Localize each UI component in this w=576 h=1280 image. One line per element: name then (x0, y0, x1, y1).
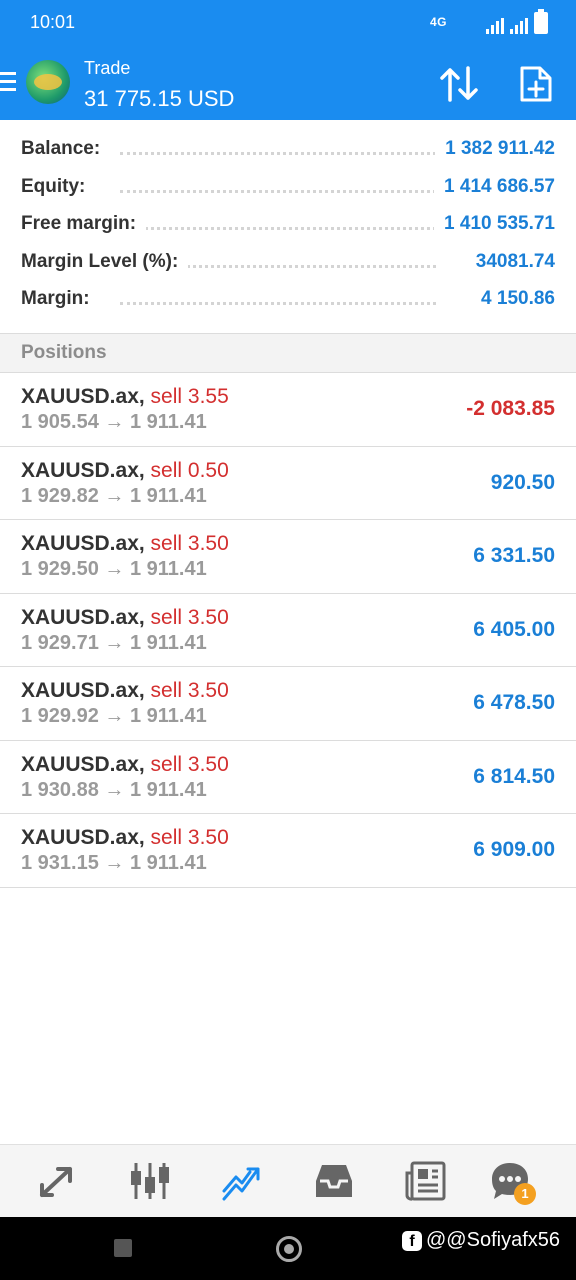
network-type-label: 4G (430, 15, 448, 29)
position-side: sell 3.50 (150, 752, 229, 776)
equity-value: 1 414 686.57 (434, 175, 555, 198)
newspaper-icon[interactable] (404, 1159, 448, 1203)
position-profit: 6 478.50 (473, 691, 555, 714)
position-prices: 1 929.92 → 1 911.41 (21, 705, 207, 727)
position-row[interactable]: XAUUSD.ax, sell 3.50 1 929.92 → 1 911.41… (0, 667, 576, 741)
position-row[interactable]: XAUUSD.ax, sell 0.50 1 929.82 → 1 911.41… (0, 447, 576, 520)
position-row[interactable]: XAUUSD.ax, sell 3.50 1 929.50 → 1 911.41… (0, 520, 576, 594)
position-symbol: XAUUSD.ax, (21, 385, 145, 408)
equity-row: Equity: 1 414 686.57 (0, 168, 576, 206)
balance-value: 1 382 911.42 (435, 138, 555, 160)
position-side: sell 3.50 (150, 532, 229, 555)
margin-level-value: 34081.74 (465, 250, 555, 273)
position-profit: 920.50 (490, 470, 555, 494)
menu-icon[interactable] (0, 72, 16, 96)
positions-list: XAUUSD.ax, sell 3.55 1 905.54 → 1 911.41… (0, 373, 576, 888)
metatrader-logo-icon (26, 60, 70, 104)
status-bar: 10:01 4G (0, 0, 576, 48)
position-profit: 6 331.50 (473, 544, 555, 567)
home-button[interactable] (276, 1236, 302, 1262)
position-side: sell 3.55 (150, 385, 229, 408)
position-row[interactable]: XAUUSD.ax, sell 3.50 1 929.71 → 1 911.41… (0, 594, 576, 667)
account-summary: Balance: 1 382 911.42 Equity: 1 414 686.… (0, 130, 576, 318)
margin-row: Margin: 4 150.86 (0, 280, 576, 318)
position-symbol: XAUUSD.ax, (21, 458, 145, 482)
watermark-text: @@Sofiyafx56 (426, 1229, 560, 1251)
signal-icon-2 (510, 18, 528, 34)
trade-trend-icon[interactable] (220, 1159, 264, 1203)
status-time: 10:01 (30, 12, 76, 32)
position-side: sell 0.50 (150, 458, 229, 482)
inbox-tray-icon[interactable] (312, 1159, 356, 1203)
position-row[interactable]: XAUUSD.ax, sell 3.55 1 905.54 → 1 911.41… (0, 373, 576, 447)
bottom-tab-bar: 1 (0, 1144, 576, 1218)
page-title: Trade (84, 58, 131, 78)
new-order-icon[interactable] (518, 64, 554, 104)
sort-arrows-icon[interactable] (438, 64, 480, 104)
margin-level-label: Margin Level (%): (21, 250, 189, 273)
position-profit: -2 083.85 (466, 397, 555, 420)
position-profit: 6 909.00 (473, 838, 555, 861)
system-nav-bar: f @@Sofiyafx56 (0, 1217, 576, 1280)
candlestick-icon[interactable] (128, 1159, 172, 1203)
position-prices: 1 929.82 → 1 911.41 (21, 484, 207, 507)
position-side: sell 3.50 (150, 605, 229, 629)
position-symbol: XAUUSD.ax, (21, 826, 145, 849)
positions-header: Positions (0, 334, 576, 373)
positions-title: Positions (21, 342, 107, 363)
status-icons (486, 9, 548, 34)
margin-level-row: Margin Level (%): 34081.74 (0, 243, 576, 281)
recents-button[interactable] (114, 1239, 132, 1257)
balance-row: Balance: 1 382 911.42 (0, 130, 576, 168)
margin-label: Margin: (21, 288, 100, 310)
position-prices: 1 929.50 → 1 911.41 (21, 558, 207, 580)
battery-icon (534, 9, 548, 34)
position-prices: 1 905.54 → 1 911.41 (21, 411, 207, 433)
position-prices: 1 930.88 → 1 911.41 (21, 778, 207, 801)
profit-total: 31 775.15 USD (84, 86, 235, 111)
position-symbol: XAUUSD.ax, (21, 532, 145, 555)
position-row[interactable]: XAUUSD.ax, sell 3.50 1 930.88 → 1 911.41… (0, 741, 576, 814)
position-symbol: XAUUSD.ax, (21, 605, 145, 629)
position-row[interactable]: XAUUSD.ax, sell 3.50 1 931.15 → 1 911.41… (0, 814, 576, 888)
balance-label: Balance: (21, 138, 111, 160)
watermark: f @@Sofiyafx56 (402, 1229, 560, 1252)
position-side: sell 3.50 (150, 679, 229, 702)
facebook-icon: f (402, 1230, 422, 1251)
free-margin-label: Free margin: (21, 213, 147, 235)
position-side: sell 3.50 (150, 826, 229, 849)
position-prices: 1 931.15 → 1 911.41 (21, 852, 207, 874)
free-margin-row: Free margin: 1 410 535.71 (0, 205, 576, 243)
position-symbol: XAUUSD.ax, (21, 752, 145, 776)
position-profit: 6 814.50 (473, 764, 555, 788)
free-margin-value: 1 410 535.71 (434, 213, 555, 235)
messages-tab[interactable]: 1 (488, 1159, 536, 1205)
margin-value: 4 150.86 (471, 288, 555, 310)
position-prices: 1 929.71 → 1 911.41 (21, 631, 207, 654)
signal-icon (486, 18, 504, 34)
quotes-arrows-icon[interactable] (36, 1159, 80, 1203)
equity-label: Equity: (21, 175, 96, 198)
app-bar: Trade 31 775.15 USD (0, 48, 576, 120)
position-profit: 6 405.00 (473, 617, 555, 641)
position-symbol: XAUUSD.ax, (21, 679, 145, 702)
notification-badge: 1 (514, 1183, 536, 1205)
